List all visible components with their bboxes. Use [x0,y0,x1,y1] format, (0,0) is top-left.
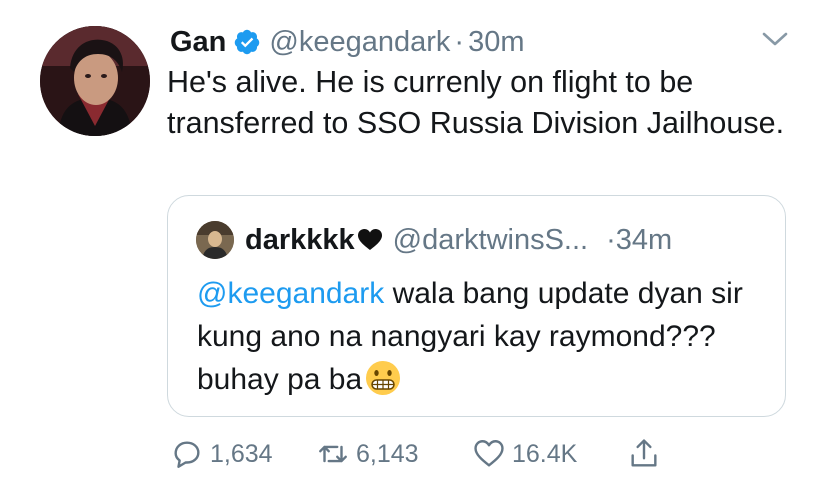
like-count: 16.4K [512,439,578,468]
black-heart-icon [357,229,382,250]
author-avatar[interactable] [40,26,150,136]
author-name[interactable]: Gan [170,26,226,59]
retweet-button[interactable]: 6,143 [316,432,419,476]
reply-icon [174,441,200,468]
verified-badge-icon [235,29,260,55]
separator-dot: · [454,25,465,58]
quoted-tweet[interactable]: darkkkk @darktwinsS... · 34m @keegandark… [167,195,786,417]
quoted-tweet-time[interactable]: 34m [616,224,672,257]
author-handle[interactable]: @keegandark [269,26,450,59]
quoted-author-name[interactable]: darkkkk [245,224,355,257]
share-button[interactable] [627,432,667,476]
tweet-header: Gan @keegandark · 30m [170,22,525,62]
retweet-count: 6,143 [356,439,419,468]
retweet-icon [319,445,347,463]
quoted-tweet-text: @keegandark wala bang update dyan sir ku… [197,272,767,401]
tweet-actions: 1,634 6,143 16.4K [0,432,828,476]
grimacing-face-emoji [366,361,401,395]
quoted-tweet-header: darkkkk @darktwinsS... · 34m [245,220,672,260]
heart-icon [474,440,504,467]
avatar-photo-icon [40,26,150,136]
share-icon [631,439,657,467]
reply-count: 1,634 [210,439,273,468]
quoted-avatar-photo-icon [196,221,234,259]
like-button[interactable]: 16.4K [472,432,577,476]
quoted-separator-dot: · [606,223,616,256]
tweet-text: He's alive. He is currenly on flight to … [167,65,785,140]
quoted-author-avatar[interactable] [196,221,234,259]
quoted-author-handle[interactable]: @darktwinsS... [393,224,588,257]
tweet-time[interactable]: 30m [468,26,524,59]
chevron-down-icon[interactable] [760,28,790,50]
mention-link[interactable]: @keegandark [197,277,384,310]
reply-button[interactable]: 1,634 [170,432,273,476]
